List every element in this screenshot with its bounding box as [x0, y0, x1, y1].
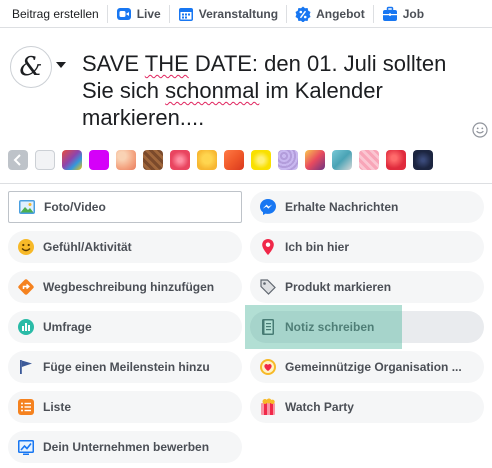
tab-event-label: Veranstaltung	[198, 6, 279, 21]
action-list[interactable]: Liste	[8, 391, 242, 423]
directions-icon	[15, 276, 37, 298]
background-swatch-navy[interactable]	[413, 150, 433, 170]
messenger-icon	[257, 196, 279, 218]
action-get-messages[interactable]: Erhalte Nachrichten	[250, 191, 484, 223]
action-promote-business[interactable]: Dein Unternehmen bewerben	[8, 431, 242, 463]
background-swatch-brown[interactable]	[143, 150, 163, 170]
action-check-in[interactable]: Ich bin hier	[250, 231, 484, 263]
chevron-down-icon[interactable]	[56, 62, 66, 68]
background-swatch-yellow-emoji[interactable]	[197, 150, 217, 170]
composer-tab-bar: Beitrag erstellen Live Veranstaltung Ang…	[0, 0, 492, 28]
video-camera-icon	[116, 6, 132, 22]
action-get-messages-label: Erhalte Nachrichten	[285, 200, 399, 214]
tab-offer-label: Angebot	[316, 6, 365, 21]
background-swatch-red[interactable]	[386, 150, 406, 170]
action-nonprofit[interactable]: Gemeinnützige Organisation ...	[250, 351, 484, 383]
tab-job-label: Job	[402, 6, 425, 21]
action-add-milestone[interactable]: Füge einen Meilenstein hinzu	[8, 351, 242, 383]
promote-business-icon	[15, 436, 37, 458]
post-text-segment: SAVE	[82, 51, 145, 76]
background-swatch-lavender[interactable]	[278, 150, 298, 170]
emoji-picker-icon[interactable]	[472, 122, 488, 138]
action-list-label: Liste	[43, 400, 72, 414]
background-swatch-magenta[interactable]	[89, 150, 109, 170]
background-swatch-plain[interactable]	[35, 150, 55, 170]
action-tag-product[interactable]: Produkt markieren	[250, 271, 484, 303]
action-watch-party[interactable]: Watch Party	[250, 391, 484, 423]
watch-party-icon	[257, 396, 279, 418]
background-swatch-yellow-dots[interactable]	[251, 150, 271, 170]
flag-icon	[15, 356, 37, 378]
selection-highlight	[245, 305, 402, 349]
action-poll-label: Umfrage	[43, 320, 92, 334]
poll-icon	[15, 316, 37, 338]
photo-icon	[16, 196, 38, 218]
action-photo-video-label: Foto/Video	[44, 200, 106, 214]
divider	[0, 183, 492, 184]
background-picker-back-button[interactable]	[8, 150, 28, 170]
location-pin-icon	[257, 236, 279, 258]
ampersand-icon: &	[19, 52, 43, 82]
background-swatch-peach[interactable]	[116, 150, 136, 170]
donation-heart-icon	[257, 356, 279, 378]
tab-create-post-label: Beitrag erstellen	[12, 6, 99, 21]
action-add-directions[interactable]: Wegbeschreibung hinzufügen	[8, 271, 242, 303]
calendar-icon	[178, 6, 194, 22]
action-watch-party-label: Watch Party	[285, 400, 354, 414]
tab-event[interactable]: Veranstaltung	[170, 0, 286, 28]
action-check-in-label: Ich bin hier	[285, 240, 350, 254]
tab-live[interactable]: Live	[108, 0, 169, 28]
action-add-directions-label: Wegbeschreibung hinzufügen	[43, 280, 215, 294]
list-icon	[15, 396, 37, 418]
action-tag-product-label: Produkt markieren	[285, 280, 392, 294]
action-add-milestone-label: Füge einen Meilenstein hinzu	[43, 360, 210, 374]
action-feeling-activity-label: Gefühl/Aktivität	[43, 240, 132, 254]
post-text-misspelled-word: schonmal	[165, 78, 260, 103]
price-tag-icon	[257, 276, 279, 298]
background-swatch-teal[interactable]	[332, 150, 352, 170]
chevron-left-icon	[13, 154, 21, 166]
post-text-input[interactable]: SAVE THE DATE: den 01. Juli sollten Sie …	[82, 50, 452, 131]
action-promote-business-label: Dein Unternehmen bewerben	[43, 440, 210, 454]
background-picker	[8, 149, 440, 171]
tab-live-label: Live	[136, 6, 161, 21]
percent-tag-icon	[295, 6, 311, 22]
post-text-misspelled-word: THE	[144, 51, 189, 76]
action-poll[interactable]: Umfrage	[8, 311, 242, 343]
background-swatch-strawberry[interactable]	[170, 150, 190, 170]
text-style-button[interactable]: &	[10, 46, 52, 88]
background-swatch-pink[interactable]	[359, 150, 379, 170]
background-swatch-multicolor[interactable]	[62, 150, 82, 170]
tab-offer[interactable]: Angebot	[287, 0, 373, 28]
action-nonprofit-label: Gemeinnützige Organisation ...	[285, 360, 462, 374]
tab-create-post[interactable]: Beitrag erstellen	[0, 0, 107, 28]
background-swatch-orange[interactable]	[224, 150, 244, 170]
action-feeling-activity[interactable]: Gefühl/Aktivität	[8, 231, 242, 263]
action-photo-video[interactable]: Foto/Video	[8, 191, 242, 223]
briefcase-icon	[382, 6, 398, 22]
smiley-icon	[15, 236, 37, 258]
tab-job[interactable]: Job	[374, 0, 432, 28]
background-swatch-red-yellow[interactable]	[305, 150, 325, 170]
